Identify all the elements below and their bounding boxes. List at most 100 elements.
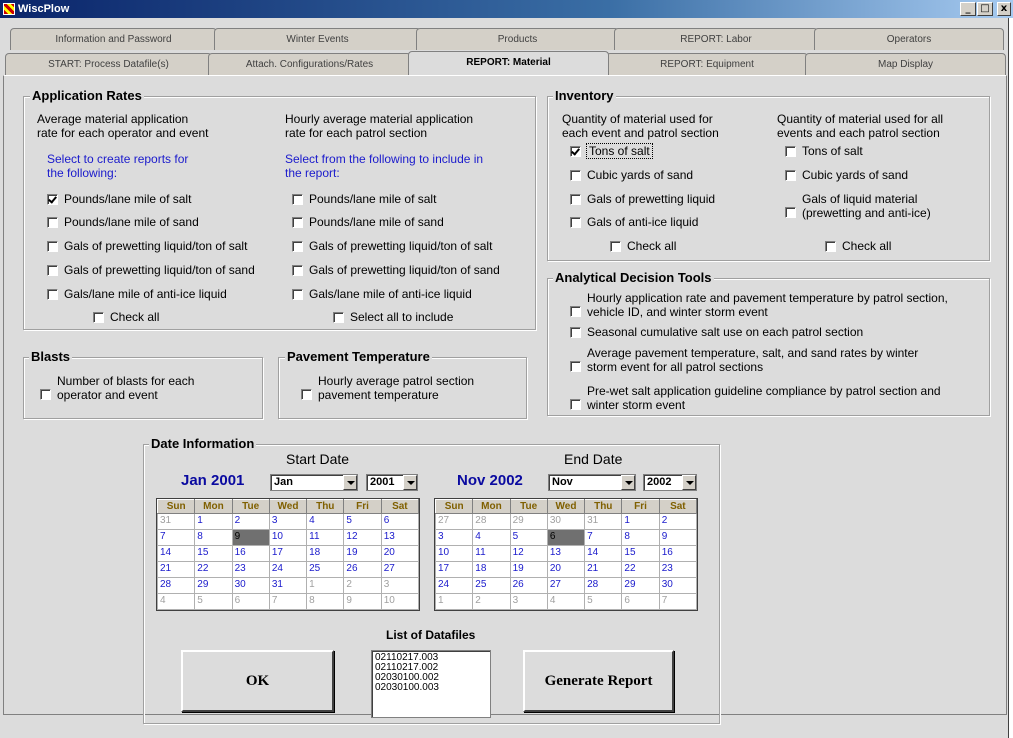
calendar-day[interactable]: 12	[343, 529, 382, 546]
checkbox-ps-prewet-sand[interactable]: Gals of prewetting liquid/ton of sand	[292, 263, 500, 277]
calendar-day[interactable]: 28	[584, 577, 623, 594]
checkbox-ps-salt[interactable]: Pounds/lane mile of salt	[292, 192, 436, 206]
checkbox-inv-sand[interactable]: Cubic yards of sand	[570, 168, 693, 182]
calendar-day[interactable]: 5	[584, 593, 623, 610]
calendar-day[interactable]: 10	[434, 545, 474, 562]
checkbox-inv-all-sand[interactable]: Cubic yards of sand	[785, 168, 908, 182]
checkbox-box[interactable]	[570, 360, 581, 372]
checkbox-box[interactable]	[570, 193, 581, 205]
calendar-day[interactable]: 19	[509, 561, 548, 578]
calendar-day[interactable]: 3	[509, 593, 548, 610]
calendar-day[interactable]: 11	[306, 529, 345, 546]
checkbox-box[interactable]	[47, 216, 58, 228]
tab-map-display[interactable]: Map Display	[805, 53, 1006, 75]
calendar-day[interactable]: 30	[658, 577, 698, 594]
checkbox-ps-anti-ice[interactable]: Gals/lane mile of anti-ice liquid	[292, 287, 472, 301]
tab-operators[interactable]: Operators	[814, 28, 1004, 50]
calendar-day[interactable]: 7	[268, 593, 308, 610]
checkbox-inv-all-liquid[interactable]: Gals of liquid material (prewetting and a…	[785, 192, 931, 220]
chevron-down-icon[interactable]	[621, 475, 635, 490]
tab-report-equipment[interactable]: REPORT: Equipment	[606, 53, 808, 75]
checkbox-box[interactable]	[292, 264, 303, 276]
calendar-day[interactable]: 26	[509, 577, 548, 594]
checkbox-seasonal-salt[interactable]: Seasonal cumulative salt use on each pat…	[570, 325, 863, 339]
calendar-day[interactable]: 6	[621, 593, 660, 610]
calendar-day[interactable]: 28	[472, 513, 511, 530]
checkbox-box[interactable]	[785, 206, 796, 218]
tab-products[interactable]: Products	[416, 28, 619, 50]
calendar-day[interactable]: 22	[621, 561, 660, 578]
calendar-day[interactable]: 29	[194, 577, 233, 594]
calendar-day[interactable]: 24	[434, 577, 474, 594]
end-year-select[interactable]: 2002	[643, 474, 697, 491]
calendar-day[interactable]: 3	[380, 577, 420, 594]
tab-report-labor[interactable]: REPORT: Labor	[614, 28, 818, 50]
calendar-day[interactable]: 31	[268, 577, 308, 594]
calendar-day[interactable]: 25	[472, 577, 511, 594]
calendar-day[interactable]: 29	[621, 577, 660, 594]
end-month-select[interactable]: Nov	[548, 474, 636, 491]
checkbox-box[interactable]	[47, 288, 58, 300]
checkbox-box[interactable]	[40, 388, 51, 400]
calendar-day[interactable]: 3	[268, 513, 308, 530]
calendar-day[interactable]: 21	[584, 561, 623, 578]
checkbox-op-salt[interactable]: Pounds/lane mile of salt	[47, 192, 191, 206]
datafile-item[interactable]: 02030100.003	[375, 683, 487, 693]
calendar-day[interactable]: 10	[268, 529, 308, 546]
calendar-day[interactable]: 14	[584, 545, 623, 562]
calendar-day[interactable]: 31	[156, 513, 196, 530]
calendar-day[interactable]: 1	[306, 577, 345, 594]
calendar-day[interactable]: 9	[658, 529, 698, 546]
calendar-day[interactable]: 4	[156, 593, 196, 610]
calendar-day[interactable]: 5	[509, 529, 548, 546]
checkbox-inv-col1-check-all[interactable]: Check all	[610, 239, 676, 253]
calendar-day[interactable]: 18	[306, 545, 345, 562]
calendar-day[interactable]: 23	[658, 561, 698, 578]
chevron-down-icon[interactable]	[403, 475, 417, 490]
checkbox-op-anti-ice[interactable]: Gals/lane mile of anti-ice liquid	[47, 287, 227, 301]
tab-winter-events[interactable]: Winter Events	[214, 28, 421, 50]
calendar-day[interactable]: 25	[306, 561, 345, 578]
calendar-day[interactable]: 15	[194, 545, 233, 562]
generate-report-button[interactable]: Generate Report	[523, 650, 674, 712]
calendar-day[interactable]: 23	[231, 561, 270, 578]
chevron-down-icon[interactable]	[343, 475, 357, 490]
chevron-down-icon[interactable]	[682, 475, 696, 490]
checkbox-box[interactable]	[47, 240, 58, 252]
checkbox-prewet-compliance[interactable]: Pre-wet salt application guideline compl…	[570, 384, 941, 412]
checkbox-box[interactable]	[292, 240, 303, 252]
calendar-day[interactable]: 9	[231, 529, 270, 546]
checkbox-box[interactable]	[570, 305, 581, 317]
maximize-button[interactable]: □	[977, 2, 993, 16]
calendar-day[interactable]: 27	[546, 577, 586, 594]
datafiles-listbox[interactable]: 02110217.003 02110217.002 02030100.002 0…	[371, 650, 491, 718]
calendar-day[interactable]: 19	[343, 545, 382, 562]
calendar-day[interactable]: 20	[380, 545, 420, 562]
calendar-day[interactable]: 2	[658, 513, 698, 530]
checkbox-op-check-all[interactable]: Check all	[93, 310, 159, 324]
calendar-day[interactable]: 21	[156, 561, 196, 578]
checkbox-op-sand[interactable]: Pounds/lane mile of sand	[47, 215, 199, 229]
calendar-day[interactable]: 22	[194, 561, 233, 578]
calendar-day[interactable]: 7	[584, 529, 623, 546]
tab-information-password[interactable]: Information and Password	[10, 28, 217, 50]
checkbox-box[interactable]	[785, 145, 796, 157]
calendar-day[interactable]: 31	[584, 513, 623, 530]
calendar-day[interactable]: 17	[268, 545, 308, 562]
start-year-select[interactable]: 2001	[366, 474, 418, 491]
calendar-day[interactable]: 7	[658, 593, 698, 610]
calendar-day[interactable]: 26	[343, 561, 382, 578]
checkbox-box[interactable]	[301, 388, 312, 400]
calendar-day[interactable]: 16	[231, 545, 270, 562]
checkbox-box[interactable]	[47, 193, 58, 205]
calendar-day[interactable]: 2	[343, 577, 382, 594]
checkbox-box[interactable]	[93, 311, 104, 323]
checkbox-box[interactable]	[47, 264, 58, 276]
tab-start-process-datafiles[interactable]: START: Process Datafile(s)	[5, 53, 212, 75]
checkbox-box[interactable]	[292, 193, 303, 205]
calendar-day[interactable]: 11	[472, 545, 511, 562]
checkbox-box[interactable]	[610, 240, 621, 252]
calendar-day[interactable]: 8	[621, 529, 660, 546]
checkbox-avg-temp-rates[interactable]: Average pavement temperature, salt, and …	[570, 346, 918, 374]
calendar-day[interactable]: 6	[380, 513, 420, 530]
